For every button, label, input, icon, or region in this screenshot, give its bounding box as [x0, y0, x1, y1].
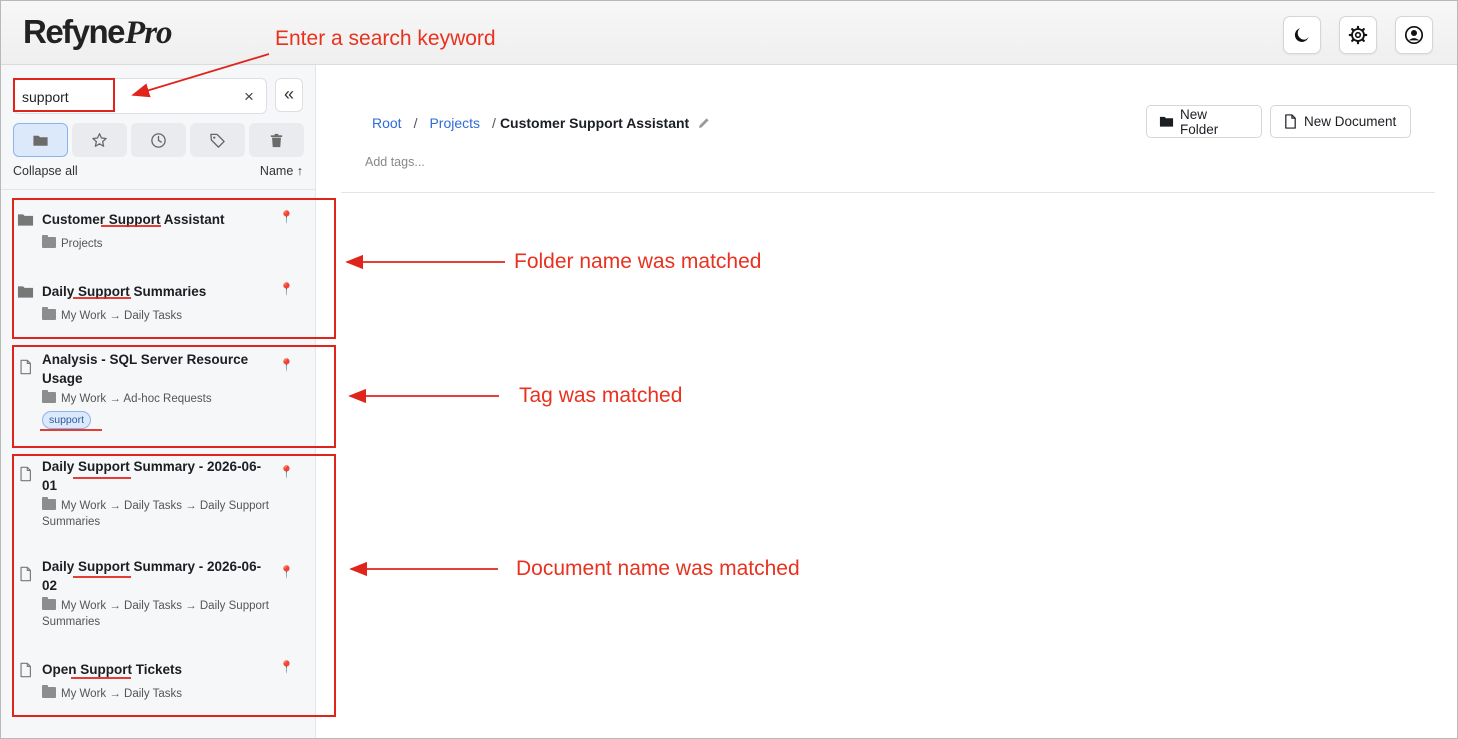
dark-mode-button[interactable] — [1283, 16, 1321, 54]
clear-search-button[interactable]: × — [240, 87, 258, 107]
main-content: Root / Projects / Customer Support Assis… — [317, 65, 1457, 738]
collapse-sidebar-button[interactable]: « — [275, 78, 303, 112]
tag-icon — [210, 133, 225, 148]
collapse-all-button[interactable]: Collapse all — [13, 164, 78, 178]
user-circle-icon — [1404, 25, 1424, 45]
filter-tabs — [13, 123, 304, 157]
breadcrumb: Root / Projects / Customer Support Assis… — [372, 113, 711, 133]
app-logo[interactable]: Refyne Pro — [23, 13, 173, 53]
star-icon — [92, 132, 107, 147]
tag-match-label: Tag was matched — [519, 384, 683, 407]
filter-folders-button[interactable] — [13, 123, 68, 157]
filter-tags-button[interactable] — [190, 123, 245, 157]
breadcrumb-separator: / — [413, 115, 418, 131]
gear-icon — [1348, 25, 1368, 45]
breadcrumb-separator: / — [492, 115, 496, 131]
pencil-icon[interactable] — [697, 116, 711, 130]
add-tags-input[interactable]: Add tags... — [365, 155, 425, 169]
page-title: Customer Support Assistant — [499, 115, 690, 131]
filter-starred-button[interactable] — [72, 123, 127, 157]
document-icon — [1285, 114, 1296, 129]
list-toolbar: Collapse all Name ↑ — [13, 164, 303, 180]
clock-icon — [151, 132, 166, 148]
tag-match-box — [12, 345, 336, 448]
main-divider — [341, 192, 1435, 193]
document-match-box — [12, 454, 336, 717]
new-document-label: New Document — [1304, 114, 1397, 129]
trash-icon — [270, 133, 283, 147]
breadcrumb-projects-link[interactable]: Projects — [429, 115, 480, 131]
logo-main-text: Refyne — [23, 13, 126, 50]
new-folder-label: New Folder — [1180, 106, 1219, 137]
search-hint-label: Enter a search keyword — [275, 27, 496, 50]
account-button[interactable] — [1395, 16, 1433, 54]
filter-recent-button[interactable] — [131, 123, 186, 157]
sort-by-name-button[interactable]: Name ↑ — [260, 164, 303, 178]
document-match-label: Document name was matched — [516, 557, 800, 580]
folder-icon — [33, 135, 48, 146]
filter-trash-button[interactable] — [249, 123, 304, 157]
app-window: Refyne Pro × « — [0, 0, 1458, 739]
search-highlight-box — [13, 78, 115, 112]
settings-button[interactable] — [1339, 16, 1377, 54]
folder-match-box — [12, 198, 336, 339]
breadcrumb-root-link[interactable]: Root — [372, 115, 402, 131]
folder-match-label: Folder name was matched — [514, 250, 762, 273]
logo-pro-text: Pro — [125, 15, 172, 51]
new-document-button[interactable]: New Document — [1270, 105, 1411, 138]
top-header: Refyne Pro — [1, 1, 1457, 65]
sidebar-divider — [1, 189, 315, 190]
moon-icon — [1294, 28, 1309, 42]
folder-icon — [1159, 116, 1174, 127]
new-folder-button[interactable]: New Folder — [1146, 105, 1262, 138]
